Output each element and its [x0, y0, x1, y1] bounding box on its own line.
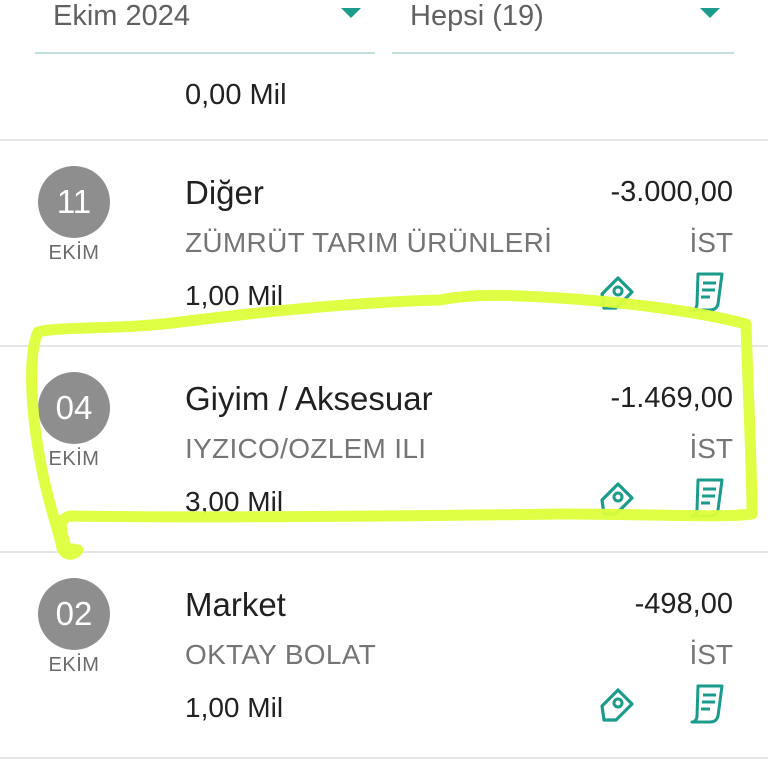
tag-icon[interactable] — [598, 684, 638, 724]
total-points: 0,00 Mil — [185, 79, 287, 111]
receipt-icon[interactable] — [688, 682, 728, 724]
category-filter-label: Hepsi (19) — [410, 0, 544, 32]
transaction-city: İST — [689, 433, 733, 464]
transaction-points: 1,00 Mil — [185, 692, 284, 723]
receipt-icon[interactable] — [688, 270, 728, 312]
date-day-badge: 02 — [38, 578, 110, 650]
category-filter-dropdown[interactable]: Hepsi (19) — [392, 0, 734, 54]
chevron-down-icon — [700, 8, 720, 18]
month-dropdown-label: Ekim 2024 — [53, 0, 191, 32]
divider — [0, 757, 768, 759]
filter-bar: Ekim 2024 Hepsi (19) — [0, 0, 768, 60]
transaction-city: İST — [689, 227, 733, 258]
date-day-badge: 04 — [38, 372, 110, 444]
transaction-merchant: IYZICO/OZLEM ILI — [185, 433, 427, 464]
transaction-row[interactable]: 02 EKİM Market -498,00 OKTAY BOLAT İST 1… — [0, 553, 768, 758]
transaction-amount: -498,00 — [634, 588, 733, 620]
transaction-points: 3,00 Mil — [185, 486, 284, 517]
month-dropdown[interactable]: Ekim 2024 — [35, 0, 375, 54]
transaction-merchant: ZÜMRÜT TARIM ÜRÜNLERİ — [185, 227, 553, 258]
tag-icon[interactable] — [598, 478, 638, 518]
date-month-label: EKİM — [48, 654, 100, 676]
transaction-category: Giyim / Aksesuar — [185, 380, 433, 417]
transaction-points: 1,00 Mil — [185, 280, 284, 311]
transaction-category: Diğer — [185, 174, 264, 211]
transaction-city: İST — [689, 639, 733, 670]
date-month-label: EKİM — [48, 242, 100, 264]
chevron-down-icon — [341, 8, 361, 18]
transaction-category: Market — [185, 586, 286, 623]
transaction-amount: -1.469,00 — [610, 382, 733, 414]
transaction-amount: -3.000,00 — [610, 176, 733, 208]
receipt-icon[interactable] — [688, 476, 728, 518]
date-day-badge: 11 — [38, 166, 110, 238]
tag-icon[interactable] — [598, 272, 638, 312]
transaction-merchant: OKTAY BOLAT — [185, 639, 377, 670]
transaction-row[interactable]: 04 EKİM Giyim / Aksesuar -1.469,00 IYZIC… — [0, 347, 768, 552]
date-month-label: EKİM — [48, 448, 100, 470]
transaction-row[interactable]: 11 EKİM Diğer -3.000,00 ZÜMRÜT TARIM ÜRÜ… — [0, 141, 768, 346]
